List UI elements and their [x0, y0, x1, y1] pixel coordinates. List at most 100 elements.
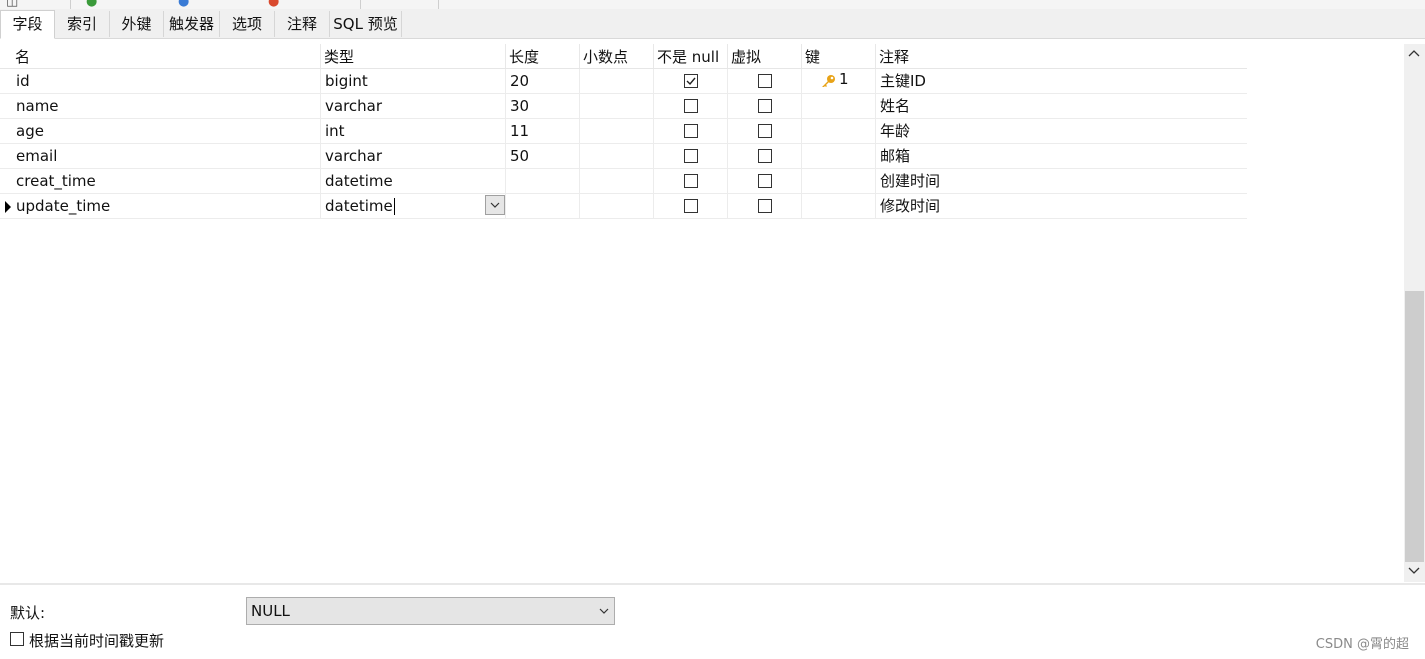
field-decimals-cell[interactable]	[580, 94, 654, 118]
field-length-cell[interactable]	[506, 169, 580, 193]
virtual-cell	[728, 144, 802, 168]
not-null-cell	[654, 169, 728, 193]
not-null-checkbox[interactable]	[684, 149, 698, 163]
table-row[interactable]: name varchar 30 姓名	[0, 94, 1247, 119]
tab-comment[interactable]: 注释	[275, 11, 330, 37]
virtual-checkbox[interactable]	[758, 149, 772, 163]
not-null-cell	[654, 119, 728, 143]
default-label: 默认:	[10, 604, 46, 622]
scroll-down-icon[interactable]	[1408, 566, 1420, 576]
column-header-decimals[interactable]: 小数点	[580, 44, 654, 68]
not-null-checkbox[interactable]	[684, 174, 698, 188]
table-row[interactable]: creat_time datetime 创建时间	[0, 169, 1247, 194]
virtual-checkbox[interactable]	[758, 74, 772, 88]
field-type-editor[interactable]: datetime	[325, 197, 393, 215]
field-type-cell[interactable]: bigint	[321, 69, 506, 93]
default-value: NULL	[251, 602, 290, 620]
not-null-checkbox[interactable]	[684, 199, 698, 213]
chevron-down-icon	[599, 608, 609, 614]
column-header-not-null[interactable]: 不是 null	[654, 44, 728, 68]
key-cell[interactable]	[802, 194, 876, 218]
column-header-name[interactable]: 名	[12, 44, 321, 68]
column-header-comment[interactable]: 注释	[876, 44, 1247, 68]
virtual-checkbox[interactable]	[758, 174, 772, 188]
field-comment-cell[interactable]: 主键ID	[876, 69, 1247, 93]
insert-field-icon[interactable]: ●	[178, 0, 189, 9]
field-comment-cell[interactable]: 创建时间	[876, 169, 1247, 193]
tab-options[interactable]: 选项	[220, 11, 275, 37]
checkmark-icon	[686, 77, 696, 86]
field-length-cell[interactable]: 30	[506, 94, 580, 118]
field-comment-cell[interactable]: 修改时间	[876, 194, 1247, 218]
tab-fields[interactable]: 字段	[0, 10, 55, 39]
field-name-cell[interactable]: age	[12, 119, 321, 143]
key-cell[interactable]	[802, 144, 876, 168]
field-decimals-cell[interactable]	[580, 169, 654, 193]
field-length-cell[interactable]: 11	[506, 119, 580, 143]
field-decimals-cell[interactable]	[580, 119, 654, 143]
vertical-scrollbar[interactable]	[1404, 44, 1425, 582]
update-on-timestamp-checkbox[interactable]	[10, 632, 24, 646]
table-row[interactable]: id bigint 20 1 主键ID	[0, 69, 1247, 94]
key-cell[interactable]	[802, 169, 876, 193]
field-type-cell[interactable]: int	[321, 119, 506, 143]
not-null-cell	[654, 69, 728, 93]
field-type-cell[interactable]: varchar	[321, 144, 506, 168]
field-comment-cell[interactable]: 年龄	[876, 119, 1247, 143]
tab-indexes[interactable]: 索引	[55, 11, 110, 37]
field-length-cell[interactable]: 20	[506, 69, 580, 93]
add-field-icon[interactable]: ●	[86, 0, 97, 9]
table-row-selected[interactable]: update_time datetime 修改时间	[0, 194, 1247, 219]
field-length-cell[interactable]: 50	[506, 144, 580, 168]
tab-foreign-keys[interactable]: 外键	[110, 11, 164, 37]
field-name-cell[interactable]: update_time	[12, 194, 321, 218]
key-cell[interactable]	[802, 119, 876, 143]
field-type-cell[interactable]: datetime	[321, 169, 506, 193]
field-length-cell[interactable]	[506, 194, 580, 218]
field-name-cell[interactable]: creat_time	[12, 169, 321, 193]
field-comment-cell[interactable]: 姓名	[876, 94, 1247, 118]
field-decimals-cell[interactable]	[580, 144, 654, 168]
not-null-cell	[654, 194, 728, 218]
key-cell[interactable]	[802, 94, 876, 118]
tab-triggers[interactable]: 触发器	[164, 11, 220, 37]
not-null-checkbox[interactable]	[684, 74, 698, 88]
field-comment-cell[interactable]: 邮箱	[876, 144, 1247, 168]
update-on-timestamp-label[interactable]: 根据当前时间戳更新	[29, 630, 164, 651]
delete-field-icon[interactable]: ●	[268, 0, 279, 9]
not-null-checkbox[interactable]	[684, 124, 698, 138]
field-decimals-cell[interactable]	[580, 194, 654, 218]
key-cell[interactable]: 1	[802, 69, 876, 93]
key-index: 1	[839, 70, 849, 88]
column-header-length[interactable]: 长度	[506, 44, 580, 68]
column-header-virtual[interactable]: 虚拟	[728, 44, 802, 68]
tab-bar: 字段 索引 外键 触发器 选项 注释 SQL 预览	[0, 9, 1425, 39]
default-value-select[interactable]: NULL	[246, 597, 615, 625]
field-name-cell[interactable]: id	[12, 69, 321, 93]
toolbar-separator	[360, 0, 361, 9]
not-null-cell	[654, 144, 728, 168]
virtual-checkbox[interactable]	[758, 124, 772, 138]
field-decimals-cell[interactable]	[580, 69, 654, 93]
virtual-checkbox[interactable]	[758, 99, 772, 113]
scrollbar-thumb[interactable]	[1405, 291, 1424, 562]
field-type-cell[interactable]: datetime	[321, 194, 506, 218]
save-icon[interactable]: ◫	[6, 0, 18, 9]
table-row[interactable]: age int 11 年龄	[0, 119, 1247, 144]
field-name-cell[interactable]: email	[12, 144, 321, 168]
tab-sql-preview[interactable]: SQL 预览	[330, 11, 402, 37]
virtual-cell	[728, 194, 802, 218]
virtual-checkbox[interactable]	[758, 199, 772, 213]
chevron-down-icon	[490, 202, 500, 208]
type-dropdown-button[interactable]	[485, 195, 505, 215]
toolbar: ◫ ● ● ●	[0, 0, 1425, 9]
field-name-cell[interactable]: name	[12, 94, 321, 118]
field-type-cell[interactable]: varchar	[321, 94, 506, 118]
text-caret	[393, 198, 395, 215]
table-row[interactable]: email varchar 50 邮箱	[0, 144, 1247, 169]
scroll-up-icon[interactable]	[1408, 48, 1420, 58]
column-header-type[interactable]: 类型	[321, 44, 506, 68]
not-null-checkbox[interactable]	[684, 99, 698, 113]
virtual-cell	[728, 169, 802, 193]
column-header-key[interactable]: 键	[802, 44, 876, 68]
